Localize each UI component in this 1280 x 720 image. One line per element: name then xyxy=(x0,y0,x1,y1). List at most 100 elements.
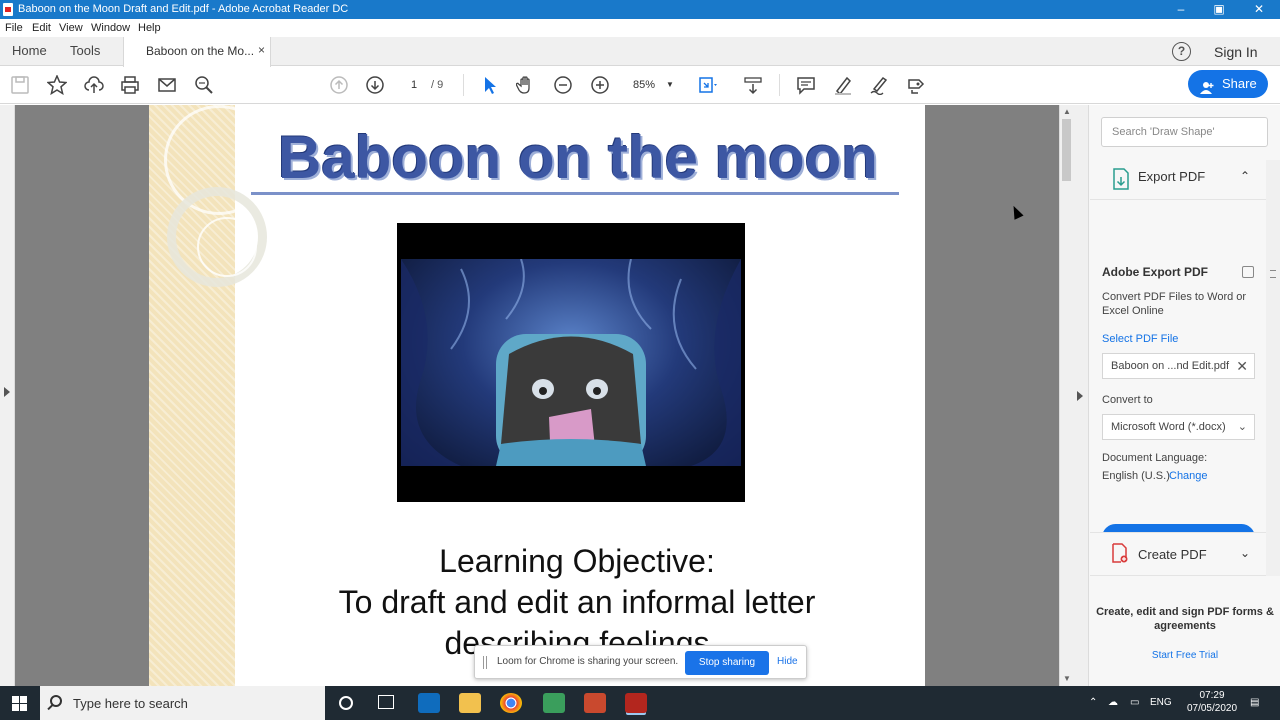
promo-text: Create, edit and sign PDF forms & agreem… xyxy=(1096,606,1274,632)
start-free-trial-link[interactable]: Start Free Trial xyxy=(1089,650,1280,661)
menu-view[interactable]: View xyxy=(59,19,83,37)
chevron-down-icon: ▼ xyxy=(666,80,674,89)
save-icon[interactable] xyxy=(10,75,30,95)
viewer-scrollbar[interactable]: ▲ ▼ xyxy=(1059,105,1073,686)
find-zoom-icon[interactable] xyxy=(194,75,214,95)
export-pdf-icon xyxy=(1112,168,1130,190)
cortana-icon[interactable] xyxy=(339,696,353,710)
comment-icon[interactable] xyxy=(796,75,816,95)
objective-line: To draft and edit an informal letter xyxy=(338,584,816,620)
zoom-select[interactable]: 85% ▼ xyxy=(624,76,678,94)
title-bar: Baboon on the Moon Draft and Edit.pdf - … xyxy=(0,0,1280,19)
tab-home[interactable]: Home xyxy=(12,37,47,66)
excel-app-icon[interactable] xyxy=(543,693,565,713)
bookmark-star-icon[interactable] xyxy=(46,74,68,96)
menu-file[interactable]: File xyxy=(5,19,23,37)
fit-page-icon[interactable] xyxy=(697,75,717,95)
menu-edit[interactable]: Edit xyxy=(32,19,51,37)
onedrive-icon[interactable]: ☁ xyxy=(1108,686,1118,720)
windows-start-icon[interactable] xyxy=(12,696,28,712)
file-explorer-icon[interactable] xyxy=(459,693,481,713)
zoom-in-icon[interactable] xyxy=(590,75,610,95)
minimize-button[interactable]: – xyxy=(1162,0,1200,19)
taskbar: Type here to search ⌃ ☁ ▭ ENG 07:29 07/0… xyxy=(0,686,1280,720)
maximize-button[interactable]: ▣ xyxy=(1200,0,1238,19)
scroll-up-icon[interactable]: ▲ xyxy=(1063,107,1071,116)
acrobat-taskbar-icon[interactable] xyxy=(625,693,647,713)
video-still xyxy=(397,223,745,502)
task-view-icon[interactable] xyxy=(378,695,394,709)
create-pdf-header[interactable]: Create PDF ⌄ xyxy=(1090,532,1266,576)
convert-format-value: Microsoft Word (*.docx) xyxy=(1111,421,1226,433)
scroll-grip-icon[interactable] xyxy=(1270,270,1276,278)
hide-button[interactable]: Hide xyxy=(777,656,798,667)
notifications-icon[interactable]: ▤ xyxy=(1250,686,1259,720)
expand-arrow-icon xyxy=(4,387,10,397)
baboon-image xyxy=(401,259,741,466)
chrome-icon[interactable] xyxy=(500,693,522,713)
collapse-arrow-icon xyxy=(1077,391,1083,401)
previous-page-icon[interactable] xyxy=(329,75,349,95)
export-pdf-card: Export PDF ⌃ Adobe Export PDF Convert PD… xyxy=(1090,160,1266,551)
highlight-pen-icon[interactable] xyxy=(833,75,853,96)
export-pdf-header[interactable]: Export PDF ⌃ xyxy=(1090,160,1266,200)
tools-pane-scrollbar[interactable] xyxy=(1266,160,1280,576)
taskbar-search[interactable]: Type here to search xyxy=(40,686,325,720)
document-language-value: English (U.S.) xyxy=(1102,470,1170,482)
left-pane-toggle[interactable] xyxy=(0,105,15,686)
document-title: Baboon on the moon xyxy=(278,124,878,191)
zoom-out-icon[interactable] xyxy=(553,75,573,95)
selected-file-field[interactable]: Baboon on ...nd Edit.pdf ✕ xyxy=(1102,353,1255,379)
decorative-ring xyxy=(197,217,257,277)
loom-sharing-bar: Loom for Chrome is sharing your screen. … xyxy=(474,645,807,679)
sign-icon[interactable] xyxy=(869,75,889,96)
network-icon[interactable]: ▭ xyxy=(1130,686,1139,720)
help-icon[interactable]: ? xyxy=(1172,42,1191,61)
scrollbar-thumb[interactable] xyxy=(1062,119,1071,181)
document-viewer[interactable]: Baboon on the moon Learning Objective: T… xyxy=(15,105,1059,686)
sign-in-link[interactable]: Sign In xyxy=(1214,44,1258,60)
tab-document[interactable]: Baboon on the Mo... × xyxy=(123,37,271,67)
zoom-value: 85% xyxy=(633,79,656,91)
change-language-link[interactable]: Change xyxy=(1169,470,1208,482)
menu-window[interactable]: Window xyxy=(91,19,130,37)
tab-tools[interactable]: Tools xyxy=(70,37,100,66)
export-title: Adobe Export PDF xyxy=(1102,265,1209,279)
close-button[interactable]: ✕ xyxy=(1240,0,1278,19)
toolbar-divider xyxy=(463,74,464,96)
tools-pane: Search 'Draw Shape' Export PDF ⌃ Adobe E… xyxy=(1088,105,1280,686)
drag-handle-icon[interactable] xyxy=(483,656,487,669)
tab-close-icon[interactable]: × xyxy=(258,43,265,57)
email-icon[interactable] xyxy=(157,75,177,95)
tray-chevron-icon[interactable]: ⌃ xyxy=(1089,686,1097,720)
clock-time: 07:29 xyxy=(1199,690,1225,701)
scroll-down-icon[interactable]: ▼ xyxy=(1063,674,1071,683)
convert-to-label: Convert to xyxy=(1102,394,1153,406)
chevron-up-icon[interactable]: ⌃ xyxy=(1240,169,1250,183)
convert-format-select[interactable]: Microsoft Word (*.docx) ⌄ xyxy=(1102,414,1255,440)
stop-sharing-button[interactable]: Stop sharing xyxy=(685,651,769,675)
clear-file-icon[interactable]: ✕ xyxy=(1236,354,1248,378)
language-indicator[interactable]: ENG xyxy=(1150,686,1172,720)
more-tools-icon[interactable] xyxy=(906,75,926,95)
print-icon[interactable] xyxy=(120,75,140,95)
chevron-down-icon: ⌄ xyxy=(1237,421,1247,433)
select-file-link[interactable]: Select PDF File xyxy=(1102,333,1178,345)
page-number-input[interactable]: 1 xyxy=(401,76,427,94)
file-name: Baboon on ...nd Edit.pdf xyxy=(1111,360,1230,372)
powerpoint-icon[interactable] xyxy=(584,693,606,713)
outlook-icon[interactable] xyxy=(418,693,440,713)
hand-tool-icon[interactable] xyxy=(515,75,536,95)
scroll-mode-icon[interactable] xyxy=(743,75,763,95)
upload-cloud-icon[interactable] xyxy=(84,75,104,95)
right-pane-toggle[interactable] xyxy=(1073,105,1088,686)
next-page-icon[interactable] xyxy=(365,75,385,95)
tools-search-input[interactable]: Search 'Draw Shape' xyxy=(1101,117,1268,147)
page-total: / 9 xyxy=(431,79,444,91)
select-pointer-icon[interactable] xyxy=(480,75,500,95)
menu-help[interactable]: Help xyxy=(138,19,161,37)
system-clock[interactable]: 07:29 07/05/2020 xyxy=(1182,689,1242,715)
copy-icon[interactable] xyxy=(1242,266,1254,278)
document-language-label: Document Language: xyxy=(1102,452,1208,464)
share-button[interactable]: Share xyxy=(1188,70,1268,98)
